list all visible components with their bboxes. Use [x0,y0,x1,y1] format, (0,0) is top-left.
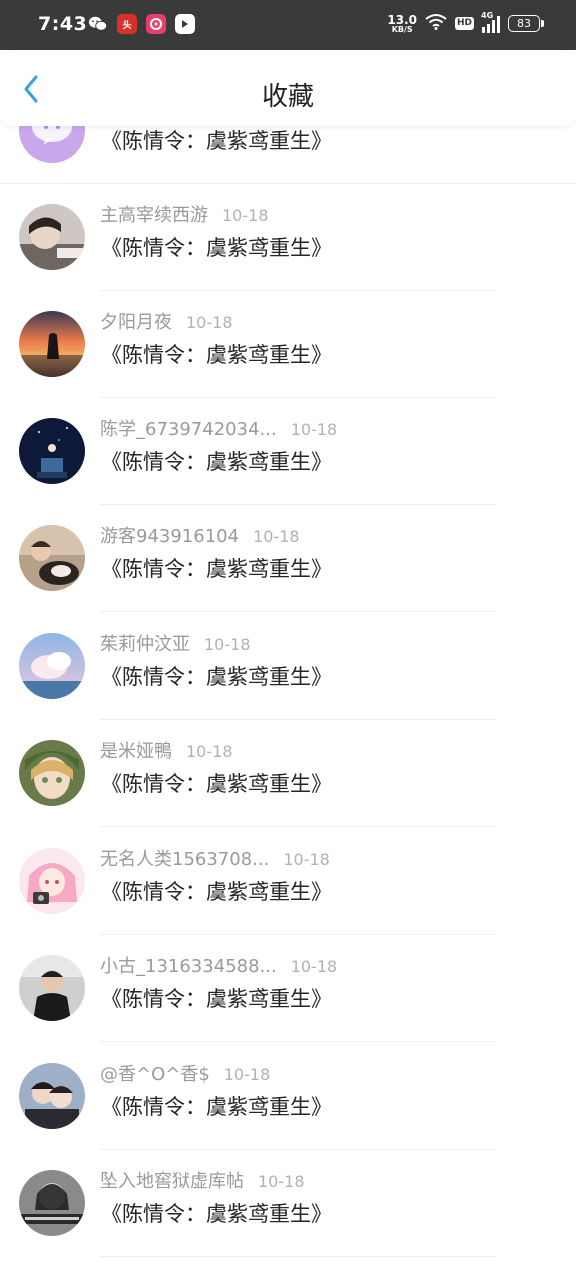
user-name: 坠入地窖狱虚库帖 [100,1171,244,1192]
item-date: 10-18 [222,206,269,225]
item-meta: 坠入地窖狱虚库帖 10-18 [100,1167,305,1193]
avatar [19,955,85,1021]
message-text: 《陈情令：虞紫鸢重生》 [101,987,332,1011]
list-item[interactable]: 游客943916104 10-18 《陈情令：虞紫鸢重生》 [0,505,576,612]
message-text: 《陈情令：虞紫鸢重生》 [101,1202,332,1226]
user-name: 是米娅鴨 [100,741,172,762]
divider [100,1041,496,1042]
item-meta: 无名人类1563708... 10-18 [100,845,330,871]
message-text: 《陈情令：虞紫鸢重生》 [101,450,332,474]
message-text: 《陈情令：虞紫鸢重生》 [101,665,332,689]
list-item[interactable]: @香^O^香$ 10-18 《陈情令：虞紫鸢重生》 [0,1043,576,1150]
message-text: 《陈情令：虞紫鸢重生》 [101,880,332,904]
item-date: 10-18 [290,420,338,439]
page-title: 收藏 [261,82,314,112]
user-name: 主高宰续西游 [100,205,208,226]
item-meta: 夕阳月夜 10-18 [100,308,233,334]
list-item[interactable]: 坠入地窖狱虚库帖 10-18 《陈情令：虞紫鸢重生》 [0,1150,576,1257]
avatar [19,848,85,914]
user-name: 游客943916104 [100,526,240,547]
avatar [19,525,85,591]
avatar [19,1063,85,1129]
list-item[interactable]: 是米娅鴨 10-18 《陈情令：虞紫鸢重生》 [0,720,576,827]
item-meta: 是米娅鴨 10-18 [100,737,233,763]
favorites-list: 《陈情令：虞紫鸢重生》 主高宰续西游 10-18 《陈情令：虞紫鸢重生》 夕阳月夜… [0,0,576,1280]
avatar [19,633,85,699]
item-date: 10-18 [283,850,330,869]
message-text: 《陈情令：虞紫鸢重生》 [101,772,332,796]
list-item[interactable]: 小古_1316334588... 10-18 《陈情令：虞紫鸢重生》 [0,935,576,1042]
divider [100,826,496,827]
message-text: 《陈情令：虞紫鸢重生》 [101,236,332,260]
item-meta: 游客943916104 10-18 [100,522,300,548]
item-date: 10-18 [258,1172,305,1191]
app-header: 收藏 [0,52,576,126]
avatar [19,1170,85,1236]
user-name: 陈学_6739742034... [100,419,277,440]
item-meta: @香^O^香$ 10-18 [100,1060,270,1086]
user-name: 无名人类1563708... [100,849,270,870]
item-date: 10-18 [186,313,233,332]
item-date: 10-18 [253,527,300,546]
item-date: 10-18 [186,742,233,761]
list-item[interactable]: 主高宰续西游 10-18 《陈情令：虞紫鸢重生》 [0,184,576,291]
avatar [19,740,85,806]
user-name: 茱莉仲汶亚 [100,634,190,655]
user-name: 夕阳月夜 [100,312,172,333]
item-date: 10-18 [223,1065,271,1084]
item-date: 10-18 [290,957,338,976]
list-item[interactable]: 茱莉仲汶亚 10-18 《陈情令：虞紫鸢重生》 [0,613,576,720]
item-meta: 茱莉仲汶亚 10-18 [100,630,251,656]
message-text: 《陈情令：虞紫鸢重生》 [101,557,332,581]
item-date: 10-18 [204,635,251,654]
list-item[interactable]: 夕阳月夜 10-18 《陈情令：虞紫鸢重生》 [0,291,576,398]
avatar [19,311,85,377]
user-name: 小古_1316334588... [100,956,277,977]
message-text: 《陈情令：虞紫鸢重生》 [101,1095,332,1119]
avatar [19,418,85,484]
message-text: 《陈情令：虞紫鸢重生》 [101,129,332,153]
item-meta: 主高宰续西游 10-18 [100,201,269,227]
item-meta: 小古_1316334588... 10-18 [100,952,337,978]
divider [100,611,496,612]
list-item[interactable]: 陈学_6739742034... 10-18 《陈情令：虞紫鸢重生》 [0,398,576,505]
avatar [19,204,85,270]
list-item[interactable]: 无名人类1563708... 10-18 《陈情令：虞紫鸢重生》 [0,828,576,935]
divider [100,1256,496,1257]
user-name: @香^O^香$ [100,1064,210,1085]
item-meta: 陈学_6739742034... 10-18 [100,415,337,441]
message-text: 《陈情令：虞紫鸢重生》 [101,343,332,367]
